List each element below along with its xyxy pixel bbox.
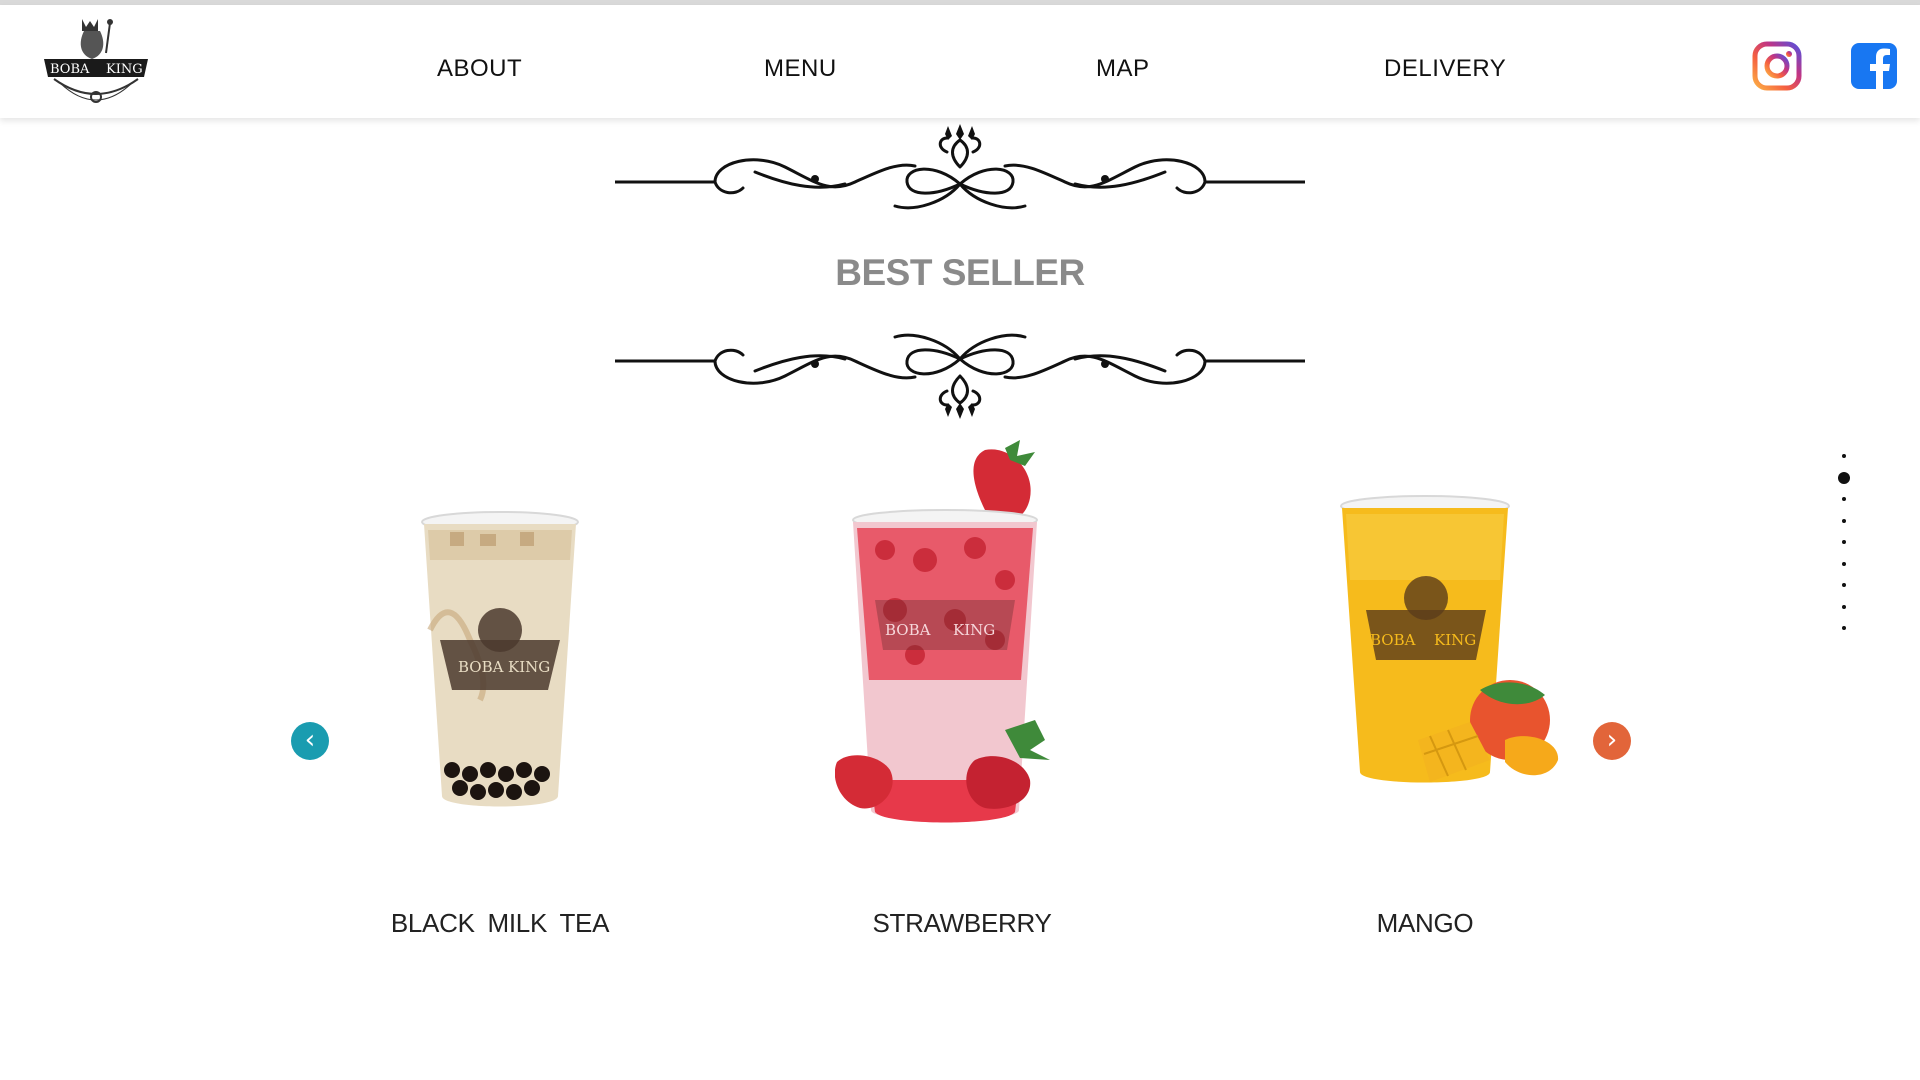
nav-delivery[interactable]: DELIVERY: [1384, 55, 1506, 83]
product-image-strawberry[interactable]: BOBA KING: [834, 440, 1075, 830]
boba-king-logo[interactable]: BOBA KING: [40, 13, 152, 121]
nav-map[interactable]: MAP: [1096, 55, 1150, 83]
svg-text:KING: KING: [508, 658, 550, 676]
svg-text:BOBA: BOBA: [1370, 631, 1416, 649]
pagination-dot[interactable]: [1842, 562, 1846, 566]
section-title: BEST SELLER: [835, 252, 1085, 293]
pagination-dot-active[interactable]: [1838, 472, 1850, 484]
decorative-flourish-top: [613, 122, 1307, 217]
pagination-dot[interactable]: [1842, 454, 1846, 458]
pagination-dot[interactable]: [1842, 626, 1846, 630]
chevron-right-icon: ›: [1606, 725, 1618, 755]
carousel-next-button[interactable]: ›: [1593, 722, 1631, 760]
svg-text:BOBA: BOBA: [885, 621, 931, 639]
pagination-dot[interactable]: [1842, 519, 1846, 523]
chevron-left-icon: ‹: [304, 725, 316, 755]
product-image-mango[interactable]: BOBA KING: [1330, 490, 1570, 790]
section-pagination: [1838, 450, 1850, 640]
svg-text:KING: KING: [953, 621, 995, 639]
pagination-dot[interactable]: [1842, 497, 1846, 501]
product-name-mango[interactable]: MANGO: [1275, 908, 1575, 939]
svg-text:KING: KING: [1434, 631, 1476, 649]
nav-about[interactable]: ABOUT: [437, 55, 522, 83]
pagination-dot[interactable]: [1842, 605, 1846, 609]
nav-menu[interactable]: MENU: [764, 55, 837, 83]
facebook-icon[interactable]: [1849, 41, 1899, 91]
pagination-dot[interactable]: [1842, 583, 1846, 587]
carousel-prev-button[interactable]: ‹: [291, 722, 329, 760]
product-name-black-milk-tea[interactable]: BLACK MILK TEA: [350, 908, 650, 939]
product-image-black-milk-tea[interactable]: BOBA KING: [410, 500, 590, 820]
decorative-flourish-bottom: [613, 326, 1307, 421]
instagram-icon[interactable]: [1752, 41, 1802, 91]
site-header: BOBA KING ABOUT MENU MAP DELIVERY: [0, 5, 1920, 118]
svg-text:KING: KING: [106, 62, 143, 77]
pagination-dot[interactable]: [1842, 540, 1846, 544]
svg-text:BOBA: BOBA: [458, 658, 504, 676]
svg-text:BOBA: BOBA: [50, 62, 90, 77]
product-name-strawberry[interactable]: STRAWBERRY: [812, 908, 1112, 939]
